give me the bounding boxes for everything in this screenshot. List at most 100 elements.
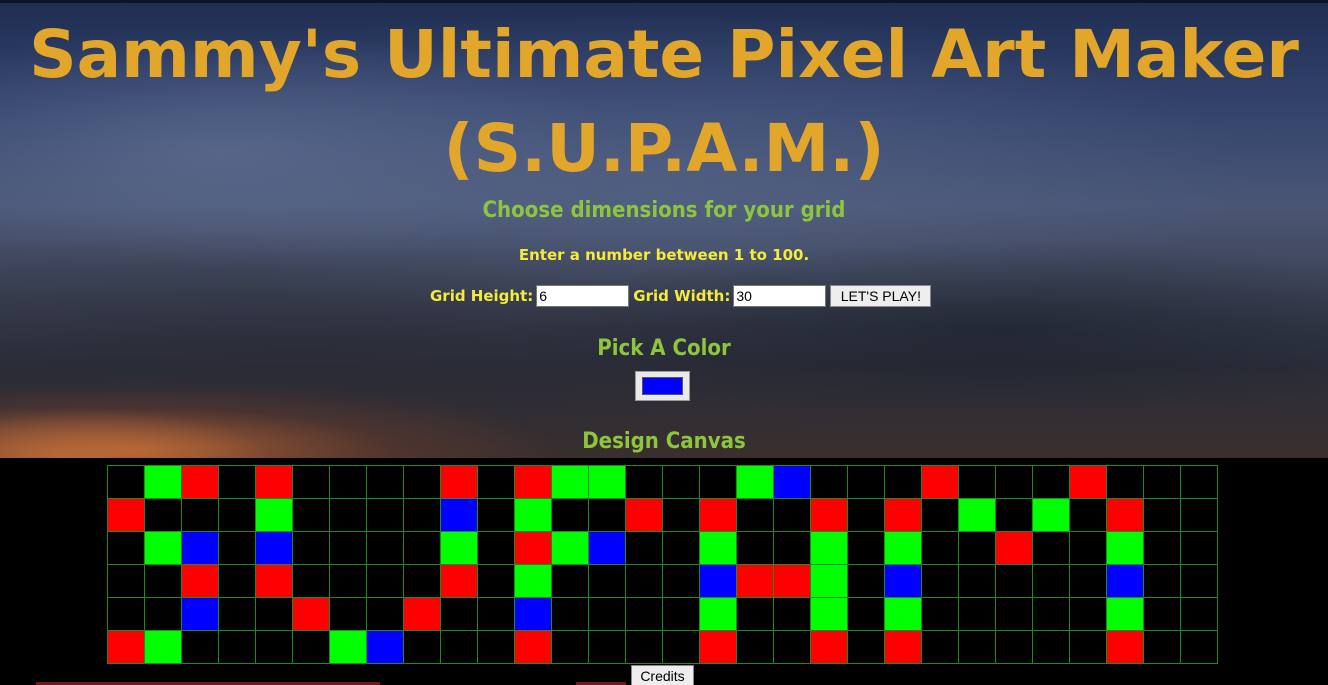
grid-cell[interactable]	[958, 465, 996, 499]
grid-cell[interactable]	[366, 465, 404, 499]
grid-cell[interactable]	[514, 498, 552, 532]
grid-cell[interactable]	[625, 597, 663, 631]
grid-cell[interactable]	[551, 597, 589, 631]
grid-cell[interactable]	[736, 630, 774, 664]
grid-cell[interactable]	[699, 597, 737, 631]
lets-play-button[interactable]: LET'S PLAY!	[830, 285, 932, 307]
grid-cell[interactable]	[921, 564, 959, 598]
grid-cell[interactable]	[1032, 531, 1070, 565]
grid-cell[interactable]	[477, 498, 515, 532]
grid-cell[interactable]	[995, 531, 1033, 565]
grid-cell[interactable]	[847, 597, 885, 631]
grid-cell[interactable]	[995, 498, 1033, 532]
grid-cell[interactable]	[995, 597, 1033, 631]
grid-cell[interactable]	[662, 630, 700, 664]
grid-cell[interactable]	[1180, 465, 1218, 499]
grid-cell[interactable]	[699, 465, 737, 499]
grid-cell[interactable]	[625, 531, 663, 565]
grid-cell[interactable]	[477, 630, 515, 664]
grid-cell[interactable]	[1180, 630, 1218, 664]
grid-cell[interactable]	[1106, 597, 1144, 631]
grid-cell[interactable]	[1143, 498, 1181, 532]
grid-cell[interactable]	[514, 597, 552, 631]
grid-cell[interactable]	[403, 564, 441, 598]
grid-cell[interactable]	[218, 597, 256, 631]
grid-cell[interactable]	[958, 597, 996, 631]
grid-cell[interactable]	[699, 630, 737, 664]
grid-cell[interactable]	[1180, 498, 1218, 532]
grid-cell[interactable]	[921, 630, 959, 664]
grid-cell[interactable]	[736, 597, 774, 631]
grid-cell[interactable]	[773, 531, 811, 565]
grid-cell[interactable]	[107, 531, 145, 565]
grid-cell[interactable]	[551, 630, 589, 664]
grid-cell[interactable]	[773, 630, 811, 664]
grid-cell[interactable]	[107, 630, 145, 664]
grid-cell[interactable]	[995, 465, 1033, 499]
grid-cell[interactable]	[366, 531, 404, 565]
grid-cell[interactable]	[847, 531, 885, 565]
grid-cell[interactable]	[144, 465, 182, 499]
grid-cell[interactable]	[1143, 630, 1181, 664]
grid-cell[interactable]	[440, 630, 478, 664]
grid-cell[interactable]	[218, 498, 256, 532]
grid-cell[interactable]	[625, 465, 663, 499]
grid-cell[interactable]	[366, 564, 404, 598]
grid-cell[interactable]	[218, 564, 256, 598]
grid-cell[interactable]	[625, 630, 663, 664]
grid-cell[interactable]	[255, 498, 293, 532]
grid-cell[interactable]	[995, 630, 1033, 664]
grid-cell[interactable]	[366, 597, 404, 631]
grid-cell[interactable]	[514, 564, 552, 598]
grid-cell[interactable]	[1180, 564, 1218, 598]
grid-cell[interactable]	[107, 498, 145, 532]
grid-cell[interactable]	[144, 630, 182, 664]
grid-cell[interactable]	[736, 564, 774, 598]
grid-cell[interactable]	[1106, 465, 1144, 499]
grid-cell[interactable]	[884, 630, 922, 664]
grid-cell[interactable]	[662, 465, 700, 499]
grid-cell[interactable]	[921, 498, 959, 532]
grid-cell[interactable]	[218, 531, 256, 565]
grid-cell[interactable]	[662, 597, 700, 631]
grid-cell[interactable]	[810, 630, 848, 664]
grid-cell[interactable]	[625, 564, 663, 598]
grid-cell[interactable]	[773, 465, 811, 499]
grid-cell[interactable]	[255, 630, 293, 664]
grid-cell[interactable]	[144, 597, 182, 631]
grid-cell[interactable]	[1180, 597, 1218, 631]
grid-cell[interactable]	[1106, 498, 1144, 532]
grid-cell[interactable]	[477, 465, 515, 499]
grid-cell[interactable]	[255, 597, 293, 631]
grid-cell[interactable]	[921, 531, 959, 565]
grid-cell[interactable]	[440, 498, 478, 532]
grid-cell[interactable]	[1032, 564, 1070, 598]
grid-cell[interactable]	[662, 531, 700, 565]
grid-cell[interactable]	[181, 465, 219, 499]
grid-cell[interactable]	[1069, 597, 1107, 631]
grid-cell[interactable]	[1069, 531, 1107, 565]
grid-cell[interactable]	[810, 564, 848, 598]
grid-cell[interactable]	[292, 630, 330, 664]
grid-cell[interactable]	[847, 465, 885, 499]
grid-cell[interactable]	[551, 564, 589, 598]
grid-cell[interactable]	[884, 465, 922, 499]
grid-cell[interactable]	[440, 531, 478, 565]
grid-cell[interactable]	[366, 630, 404, 664]
grid-cell[interactable]	[958, 630, 996, 664]
grid-cell[interactable]	[403, 630, 441, 664]
grid-cell[interactable]	[292, 597, 330, 631]
grid-cell[interactable]	[329, 597, 367, 631]
grid-cell[interactable]	[1106, 630, 1144, 664]
grid-cell[interactable]	[403, 465, 441, 499]
grid-cell[interactable]	[847, 498, 885, 532]
grid-cell[interactable]	[884, 597, 922, 631]
grid-cell[interactable]	[144, 498, 182, 532]
grid-cell[interactable]	[1032, 498, 1070, 532]
grid-cell[interactable]	[1143, 465, 1181, 499]
grid-cell[interactable]	[181, 630, 219, 664]
grid-cell[interactable]	[292, 564, 330, 598]
grid-cell[interactable]	[662, 498, 700, 532]
grid-cell[interactable]	[588, 498, 626, 532]
grid-cell[interactable]	[403, 597, 441, 631]
